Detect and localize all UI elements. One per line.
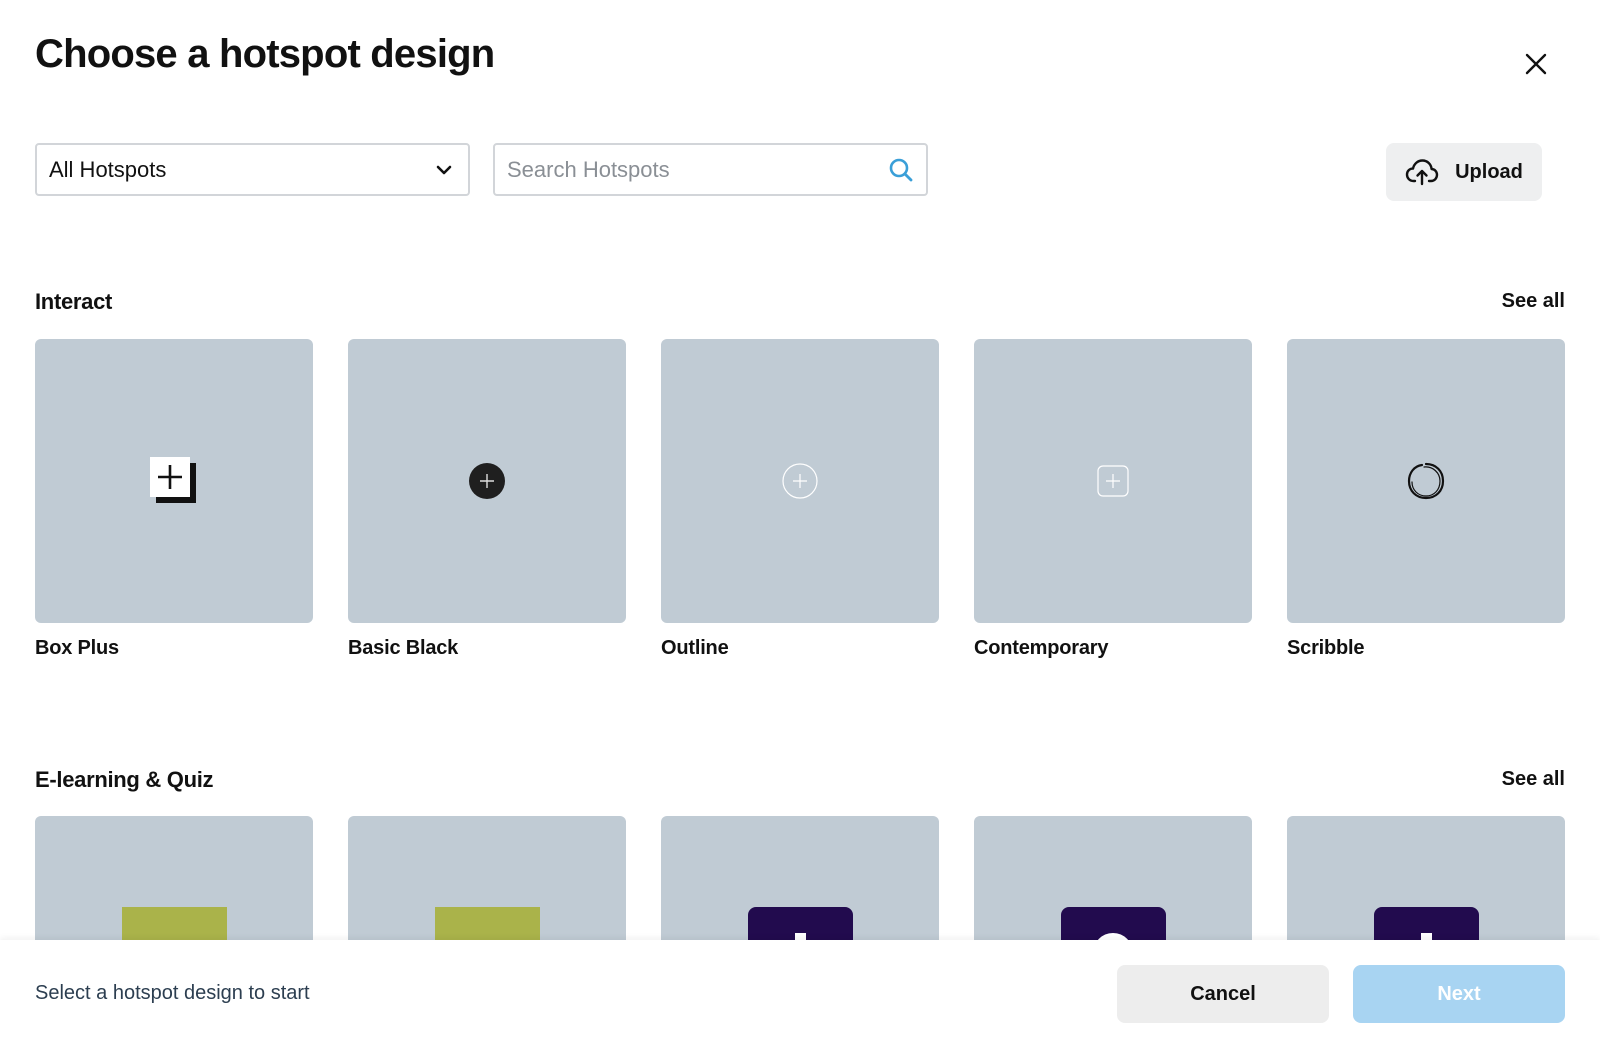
chevron-down-icon	[436, 165, 452, 174]
hotspot-card-basic-black[interactable]: Basic Black	[348, 339, 626, 660]
hotspot-card-outline[interactable]: Outline	[661, 339, 939, 660]
upload-button-label: Upload	[1455, 160, 1523, 183]
box-plus-icon	[150, 457, 196, 503]
close-icon	[1525, 53, 1547, 75]
hotspot-thumbnail	[661, 339, 939, 623]
category-select[interactable]: All Hotspots	[35, 143, 470, 196]
black-circle-plus-icon	[469, 463, 505, 499]
search-field[interactable]	[493, 143, 928, 196]
see-all-elearning-quiz-link[interactable]: See all	[1502, 768, 1565, 791]
scribble-circle-icon	[1407, 462, 1445, 500]
next-button[interactable]: Next	[1353, 965, 1565, 1023]
section-title-elearning-quiz: E-learning & Quiz	[35, 767, 214, 792]
dialog-title: Choose a hotspot design	[35, 32, 495, 76]
section-title-interact: Interact	[35, 289, 113, 314]
hotspot-card-scribble[interactable]: Scribble	[1287, 339, 1565, 660]
hotspot-card-label: Box Plus	[35, 637, 119, 659]
see-all-interact-link[interactable]: See all	[1502, 290, 1565, 313]
hotspot-card-box-plus[interactable]: Box Plus	[35, 339, 313, 660]
search-icon[interactable]	[888, 157, 914, 183]
close-button[interactable]	[1520, 48, 1552, 80]
hotspot-card-label: Scribble	[1287, 637, 1365, 659]
search-input[interactable]	[507, 156, 888, 183]
cancel-button[interactable]: Cancel	[1117, 965, 1329, 1023]
footer-hint: Select a hotspot design to start	[35, 982, 310, 1004]
upload-button[interactable]: Upload	[1386, 143, 1542, 201]
hotspot-card-contemporary[interactable]: Contemporary	[974, 339, 1252, 660]
hotspot-thumbnail	[1287, 339, 1565, 623]
hotspot-card-label: Contemporary	[974, 637, 1109, 659]
rounded-square-plus-icon	[1097, 465, 1129, 497]
hotspot-card-label: Outline	[661, 637, 729, 659]
outline-circle-plus-icon	[782, 463, 818, 499]
hotspot-card-label: Basic Black	[348, 637, 459, 659]
hotspot-thumbnail	[35, 339, 313, 623]
hotspot-design-dialog: Choose a hotspot design All Hotspots Upl…	[0, 0, 1600, 1048]
cloud-upload-icon	[1405, 159, 1439, 186]
hotspot-thumbnail	[348, 339, 626, 623]
dialog-footer: Select a hotspot design to start Cancel …	[0, 940, 1600, 1048]
category-select-value: All Hotspots	[49, 156, 167, 182]
hotspot-thumbnail	[974, 339, 1252, 623]
